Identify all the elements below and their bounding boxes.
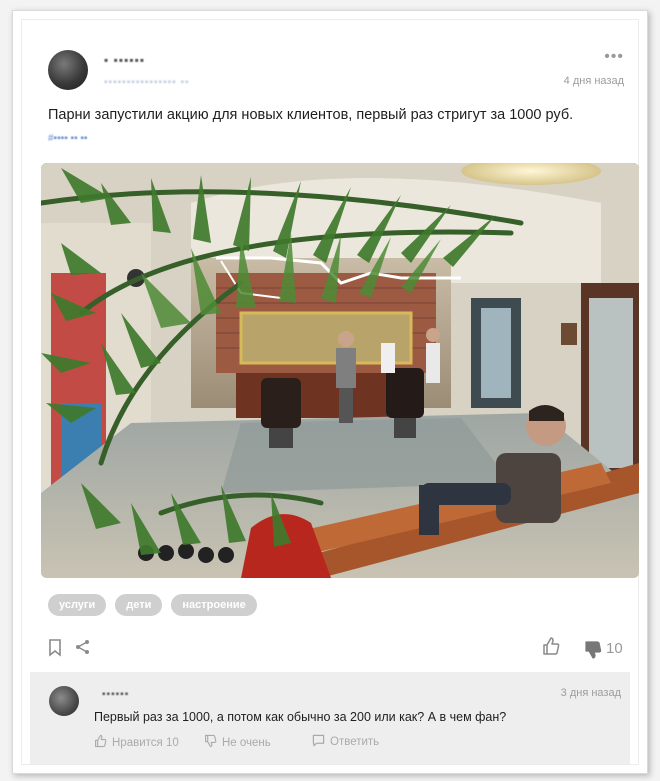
comment-icon	[312, 734, 325, 750]
comment-text: Первый раз за 1000, а потом как обычно з…	[94, 710, 507, 724]
tag-chip[interactable]: дети	[115, 594, 163, 616]
tag-list: услуги дети настроение	[48, 594, 257, 616]
tag-chip[interactable]: услуги	[48, 594, 107, 616]
comment-author-avatar[interactable]	[49, 686, 79, 716]
comment: ▪▪▪▪▪▪ 3 дня назад Первый раз за 1000, а…	[30, 672, 630, 764]
comment-dislike-label: Не очень	[222, 736, 271, 749]
author-name[interactable]: ▪ ▪▪▪▪▪▪	[104, 53, 145, 67]
post-date: 4 дня назад	[563, 75, 624, 87]
comment-dislike-button[interactable]: Не очень	[204, 734, 271, 751]
more-options-button[interactable]: •••	[604, 48, 624, 66]
thumbs-down-icon	[204, 734, 217, 751]
comment-like-label: Нравится 10	[112, 736, 179, 749]
post-photo[interactable]	[41, 163, 639, 578]
comment-date: 3 дня назад	[560, 687, 621, 699]
comment-reply-button[interactable]: Ответить	[312, 734, 379, 750]
barbershop-photo	[41, 163, 639, 578]
comment-reply-label: Ответить	[330, 736, 380, 748]
post-actions: 10	[22, 635, 638, 665]
share-icon[interactable]	[75, 639, 91, 660]
author-avatar[interactable]	[48, 50, 88, 90]
thumbs-up-icon	[94, 734, 107, 751]
post-text: Парни запустили акцию для новых клиентов…	[48, 107, 574, 123]
screenshot-frame: ▪ ▪▪▪▪▪▪ ▪▪▪▪▪▪▪▪▪▪▪▪▪▪▪▪ ▪▪ ••• 4 дня н…	[12, 10, 648, 774]
thumbs-down-icon[interactable]	[584, 640, 602, 665]
comment-like-button[interactable]: Нравится 10	[94, 734, 179, 751]
thumbs-up-icon[interactable]	[542, 636, 560, 661]
author-subline: ▪▪▪▪▪▪▪▪▪▪▪▪▪▪▪▪ ▪▪	[104, 77, 190, 88]
tag-chip[interactable]: настроение	[171, 594, 257, 616]
comment-author-name[interactable]: ▪▪▪▪▪▪	[102, 689, 129, 700]
dislike-count: 10	[606, 640, 623, 657]
post-hashtag[interactable]: #▪▪▪▪ ▪▪ ▪▪	[48, 133, 87, 144]
bookmark-icon[interactable]	[48, 639, 62, 662]
post-card: ▪ ▪▪▪▪▪▪ ▪▪▪▪▪▪▪▪▪▪▪▪▪▪▪▪ ▪▪ ••• 4 дня н…	[21, 19, 639, 765]
